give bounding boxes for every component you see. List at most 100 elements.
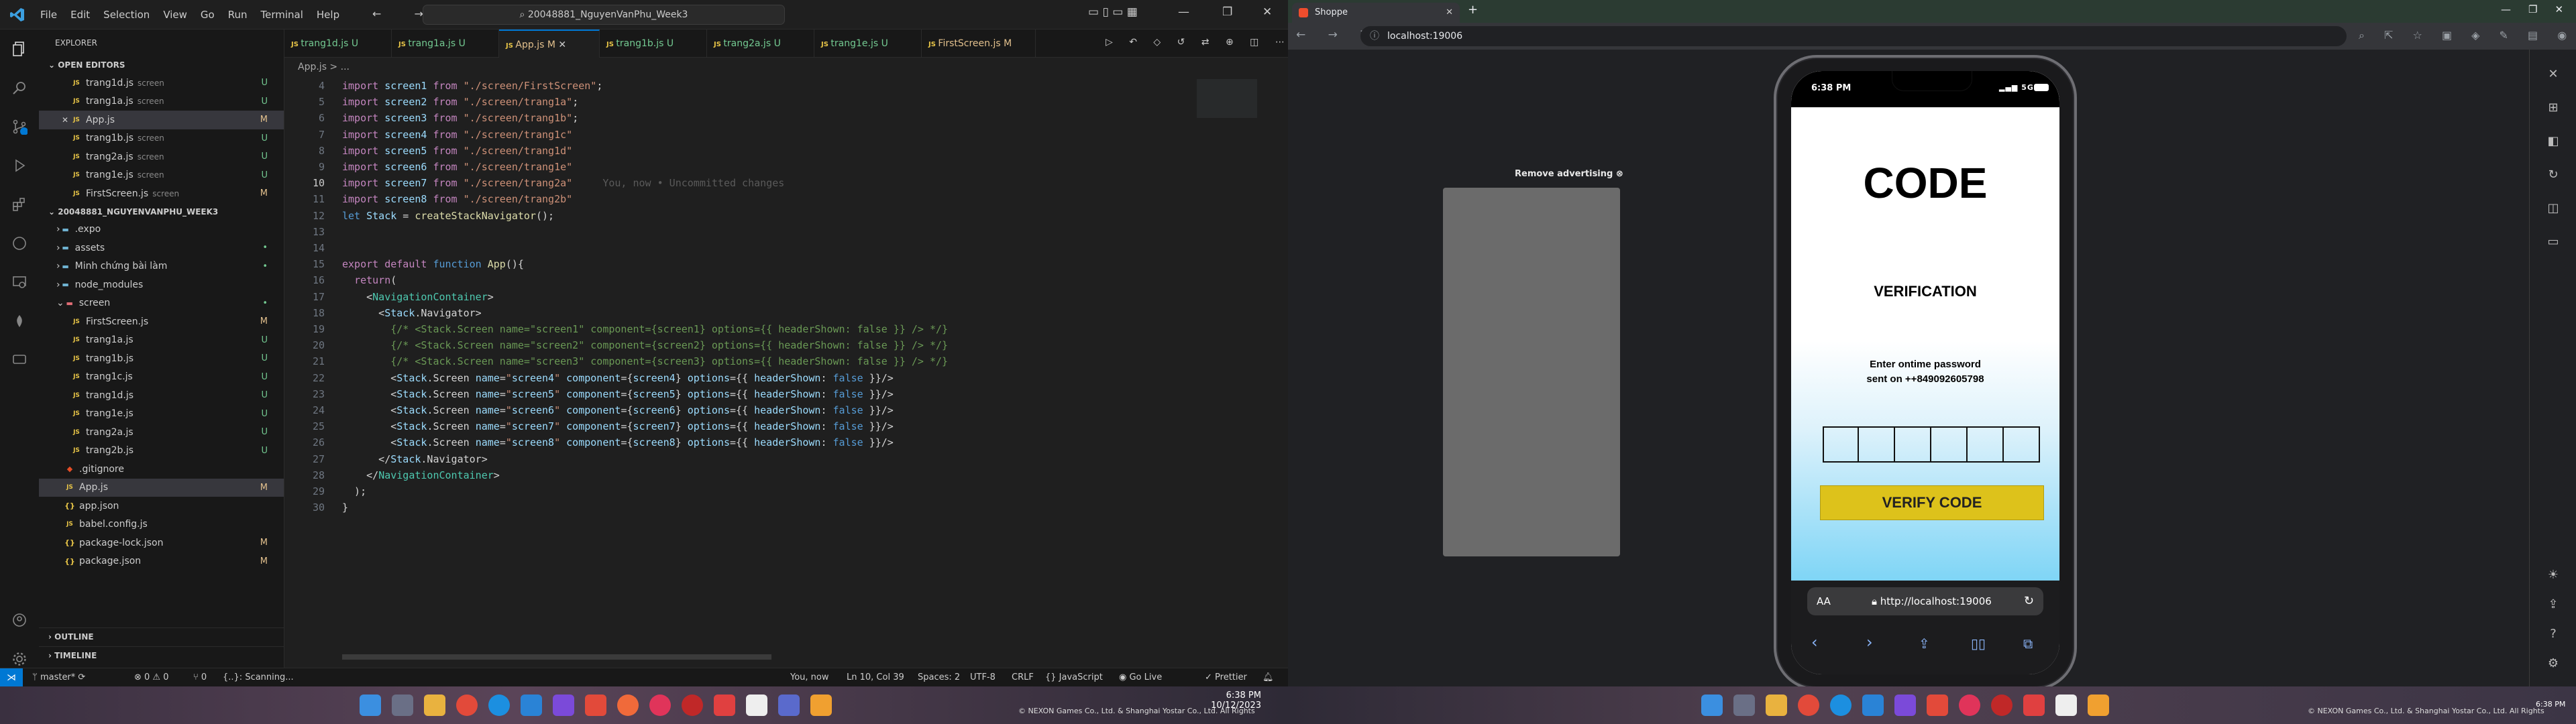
extension-icons[interactable]: ⌕ ⇱ ☆ ▣ ◈ ✎ ▤ ◉ ⋮ <box>2359 29 2576 42</box>
tab-close-icon[interactable]: ✕ <box>1446 3 1453 23</box>
maximize-button[interactable]: ❐ <box>1222 5 1232 19</box>
tree-item[interactable]: › ▬ Minh chứng bài làm • <box>39 257 284 276</box>
layout-toggle-icon[interactable]: ▭ ▯ ▭ ▦ <box>1088 5 1138 19</box>
open-editor-item[interactable]: JS trang1b.js screen U <box>39 129 284 148</box>
encoding-status[interactable]: UTF-8 <box>970 668 996 687</box>
menu-go[interactable]: Go <box>201 9 215 21</box>
tabs-icon[interactable]: ⧉ <box>2023 636 2033 652</box>
clock-left[interactable]: 6:38 PM 10/12/2023 <box>1208 690 1261 711</box>
teams-icon-2[interactable] <box>1894 695 1916 716</box>
ports-status[interactable]: ⑂ 0 <box>193 668 207 687</box>
app-icon-9[interactable] <box>2023 695 2045 716</box>
tree-item[interactable]: {} app.json <box>39 497 284 516</box>
start-icon-2[interactable] <box>1701 695 1723 716</box>
edge-icon[interactable] <box>488 695 510 716</box>
menu-selection[interactable]: Selection <box>103 9 150 21</box>
tree-item[interactable]: JS trang1c.js U <box>39 368 284 387</box>
reload-icon[interactable]: ↻ <box>2024 587 2034 615</box>
tree-item[interactable]: JS trang1d.js U <box>39 386 284 405</box>
app-icon-2[interactable] <box>617 695 639 716</box>
address-bar[interactable]: ⓘ localhost:19006 <box>1360 26 2347 46</box>
cursor-position[interactable]: Ln 10, Col 39 <box>847 668 904 687</box>
editor-tab[interactable]: JS trang2a.js U <box>707 29 814 58</box>
open-editor-item[interactable]: JS trang2a.js screen U <box>39 147 284 166</box>
tree-item[interactable]: JS FirstScreen.js M <box>39 312 284 331</box>
editor-tab[interactable]: JS trang1e.js U <box>814 29 922 58</box>
remove-advertising-link[interactable]: Remove advertising ⊗ <box>1515 169 1623 179</box>
side-rail-bottom-icons[interactable]: ☀ ⇪? ⚙ <box>2544 560 2562 678</box>
verify-code-button[interactable]: VERIFY CODE <box>1820 485 2044 520</box>
app-icon-1[interactable] <box>585 695 606 716</box>
docker-icon[interactable] <box>0 302 39 341</box>
branch-status[interactable]: ᛘ master* ⟳ <box>32 668 85 687</box>
editor-tab[interactable]: JS App.js M ✕ <box>499 29 600 58</box>
vscode-taskbar-icon[interactable] <box>521 695 542 716</box>
share-icon[interactable]: ⇪ <box>1919 636 1930 652</box>
golive-status[interactable]: ◉ Go Live <box>1119 668 1162 687</box>
account-icon[interactable] <box>0 601 39 640</box>
browser-window-controls[interactable]: —❐✕ <box>2501 3 2576 15</box>
pinterest-icon[interactable] <box>649 695 671 716</box>
tree-item[interactable]: JS trang2b.js U <box>39 442 284 461</box>
tree-item[interactable]: {} package-lock.json M <box>39 534 284 552</box>
bookmarks-icon[interactable]: ▯▯ <box>1971 636 1986 652</box>
tab-close-icon[interactable]: ✕ <box>555 40 566 50</box>
chrome-icon[interactable] <box>456 695 478 716</box>
command-center-search[interactable]: ⌕ 20048881_NguyenVanPhu_Week3 <box>423 5 785 25</box>
app-icon-6[interactable] <box>810 695 832 716</box>
menu-edit[interactable]: Edit <box>70 9 90 21</box>
app-icon-10[interactable] <box>2088 695 2109 716</box>
safari-address-bar[interactable]: AA 🔒︎ http://localhost:19006 ↻ <box>1807 587 2043 615</box>
editor-tab[interactable]: JS trang1d.js U <box>284 29 392 58</box>
run-debug-icon[interactable] <box>0 146 39 185</box>
horizontal-scrollbar[interactable] <box>342 654 771 660</box>
otp-box[interactable] <box>2004 426 2040 463</box>
chat-icon[interactable] <box>0 341 39 379</box>
chrome-icon-2[interactable] <box>1798 695 1819 716</box>
extensions-icon[interactable] <box>0 185 39 224</box>
close-icon[interactable]: ✕ <box>62 115 68 125</box>
pinterest-icon-2[interactable] <box>1959 695 1980 716</box>
menu-help[interactable]: Help <box>317 9 339 21</box>
source-control-icon[interactable] <box>0 107 39 146</box>
tree-item[interactable]: JS trang1a.js U <box>39 331 284 350</box>
language-status[interactable]: {} JavaScript <box>1045 668 1103 687</box>
breadcrumb[interactable]: App.js > ... <box>284 58 350 76</box>
explorer-icon[interactable] <box>0 29 39 68</box>
github-icon[interactable] <box>0 224 39 263</box>
tree-item[interactable]: {} package.json M <box>39 552 284 571</box>
taskbar-search-icon-2[interactable] <box>1733 695 1755 716</box>
safari-forward-icon[interactable]: › <box>1866 633 1873 652</box>
tree-item[interactable]: › ▬ .expo <box>39 221 284 239</box>
tree-item[interactable]: ⌄ ▬ screen • <box>39 294 284 313</box>
notion-icon[interactable] <box>746 695 767 716</box>
tree-item[interactable]: JS trang1e.js U <box>39 405 284 424</box>
timeline-header[interactable]: › TIMELINE <box>39 646 284 664</box>
menu-file[interactable]: File <box>40 9 57 21</box>
search-icon[interactable] <box>0 68 39 107</box>
open-editor-item[interactable]: JS trang1e.js screen U <box>39 166 284 185</box>
app-icon-3[interactable] <box>682 695 703 716</box>
otp-box[interactable] <box>1968 426 2004 463</box>
file-explorer-icon[interactable] <box>424 695 445 716</box>
editor-tab[interactable]: JS trang1b.js U <box>600 29 707 58</box>
tree-item[interactable]: JS App.js M <box>39 478 284 497</box>
editor-tab[interactable]: JS trang1a.js U <box>392 29 499 58</box>
problems-status[interactable]: ⊗ 0 ⚠ 0 <box>134 668 169 687</box>
side-rail-icons[interactable]: ✕ ⊞ ◧ ↻ ◫ ▭ <box>2544 58 2562 259</box>
reader-aa-button[interactable]: AA <box>1817 587 1831 615</box>
otp-box[interactable] <box>1859 426 1895 463</box>
file-explorer-icon-2[interactable] <box>1766 695 1787 716</box>
tree-item[interactable]: JS babel.config.js <box>39 516 284 534</box>
remote-explorer-icon[interactable] <box>0 263 39 302</box>
vscode-taskbar-icon-2[interactable] <box>1862 695 1884 716</box>
otp-box[interactable] <box>1895 426 1931 463</box>
bell-icon[interactable]: 🔔︎ <box>1263 668 1274 687</box>
menu-terminal[interactable]: Terminal <box>261 9 303 21</box>
tree-item[interactable]: JS trang1b.js U <box>39 349 284 368</box>
close-button[interactable]: ✕ <box>1263 5 1272 19</box>
otp-box[interactable] <box>1823 426 1859 463</box>
open-editors-header[interactable]: ⌄ OPEN EDITORS <box>39 56 284 74</box>
taskbar-search-icon[interactable] <box>392 695 413 716</box>
app-icon-4[interactable] <box>714 695 735 716</box>
